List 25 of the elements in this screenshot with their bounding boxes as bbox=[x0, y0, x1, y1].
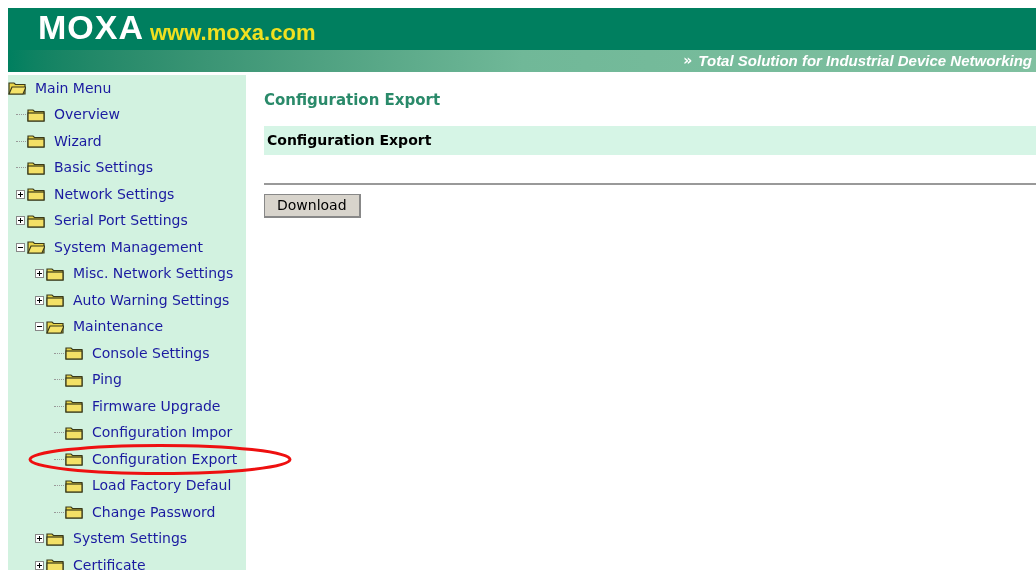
tree-item[interactable]: Main Menu bbox=[35, 77, 112, 99]
tree-item[interactable]: Misc. Network Settings bbox=[73, 263, 234, 285]
tree-item[interactable]: Maintenance bbox=[73, 316, 164, 338]
slogan-mark: » bbox=[683, 51, 693, 71]
tree-item[interactable]: Console Settings bbox=[92, 342, 210, 364]
tree-item[interactable]: Serial Port Settings bbox=[54, 210, 188, 232]
tree-item[interactable]: Overview bbox=[54, 104, 120, 126]
tree-item[interactable]: Load Factory Defaul bbox=[92, 475, 232, 497]
website-link[interactable]: www.moxa.com bbox=[150, 21, 316, 44]
tree-item[interactable]: Ping bbox=[92, 369, 122, 391]
section-header: Configuration Export bbox=[264, 125, 1036, 155]
page-title: Configuration Export bbox=[264, 90, 442, 111]
tree-item[interactable]: Change Password bbox=[92, 501, 216, 523]
download-button[interactable]: Download bbox=[264, 193, 361, 218]
logo: MOXA bbox=[38, 9, 144, 44]
tree-item[interactable]: System Settings bbox=[73, 528, 188, 550]
tree-item[interactable]: Wizard bbox=[54, 130, 102, 152]
tree-item[interactable]: Firmware Upgrade bbox=[92, 395, 221, 417]
tree-item[interactable]: Auto Warning Settings bbox=[73, 289, 230, 311]
tree-item[interactable]: Configuration Impor bbox=[92, 422, 233, 444]
tree-item[interactable]: Basic Settings bbox=[54, 157, 153, 179]
tree-item[interactable]: System Management bbox=[54, 236, 203, 258]
tree-item[interactable]: Network Settings bbox=[54, 183, 175, 205]
tree-item[interactable]: Certificate bbox=[73, 554, 146, 570]
slogan: Total Solution for Industrial Device Networking bbox=[698, 50, 1032, 71]
